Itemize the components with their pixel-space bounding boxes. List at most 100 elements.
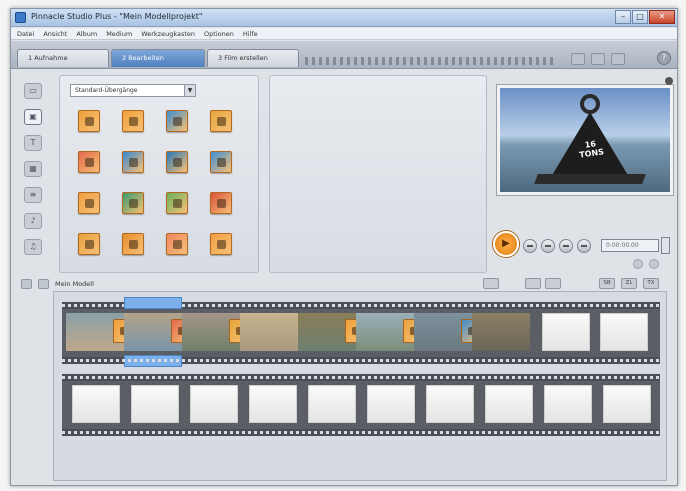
photo-icon[interactable]: ▦ (24, 161, 42, 177)
text-view-button[interactable]: TX (643, 278, 659, 289)
music-icon[interactable]: ♫ (24, 239, 42, 255)
chevron-down-icon[interactable]: ▼ (184, 85, 195, 96)
transition-arrow-icon[interactable] (166, 233, 188, 255)
play-button[interactable]: ▶ (493, 231, 519, 257)
empty-scene-slot[interactable] (485, 385, 533, 423)
scissors-icon[interactable] (21, 279, 32, 289)
empty-scene-slot[interactable] (72, 385, 120, 423)
empty-scene-slot[interactable] (426, 385, 474, 423)
movie-window-toolbar: Mein Modell SB ZL TX (15, 277, 673, 291)
menu-hilfe[interactable]: Hilfe (243, 28, 258, 39)
dropdown-value: Standard-Übergänge (75, 87, 138, 94)
close-button[interactable]: ✕ (649, 10, 675, 24)
player-panel: 16 TONS ▶ 0:00:00.00 (493, 75, 677, 273)
transition-wipe-icon[interactable] (210, 110, 232, 132)
step-back-button[interactable] (541, 239, 555, 253)
weight-base (534, 174, 646, 184)
transition-dissolve-icon[interactable] (78, 110, 100, 132)
transition-zoom-icon[interactable] (166, 151, 188, 173)
project-label: Mein Modell (55, 280, 94, 288)
transition-heart-icon[interactable] (210, 192, 232, 214)
empty-scene-slot[interactable] (544, 385, 592, 423)
menu-bar: Datei Ansicht Album Medium Werkzeugkaste… (11, 28, 677, 40)
transition-star-icon[interactable] (78, 192, 100, 214)
menu-datei[interactable]: Datei (17, 28, 34, 39)
menu-werkzeugkasten[interactable]: Werkzeugkasten (141, 28, 195, 39)
empty-scene-slot[interactable] (542, 313, 590, 351)
storyboard (53, 291, 667, 481)
storyboard-row-1 (62, 297, 660, 367)
video-clip[interactable] (472, 313, 530, 351)
transition-clock-icon[interactable] (210, 233, 232, 255)
fullscreen-icon[interactable] (665, 77, 673, 85)
weight-ring (580, 94, 600, 114)
split-icon[interactable] (649, 259, 659, 269)
mode-tab-bar: 1 Aufnahme 2 Bearbeiten 3 Film erstellen… (11, 41, 677, 69)
transition-set-dropdown[interactable]: Standard-Übergänge ▼ (70, 84, 196, 97)
audio-icon[interactable] (545, 278, 561, 289)
album-section-toolbar: ▭ ▣ T ▦ ≡ ♪ ♫ (15, 75, 51, 273)
rewind-button[interactable] (523, 239, 537, 253)
video-clip[interactable] (240, 313, 298, 351)
empty-scene-slot[interactable] (249, 385, 297, 423)
transition-iris-icon[interactable] (122, 192, 144, 214)
help-icon[interactable]: ? (657, 51, 671, 65)
menu-medium[interactable]: Medium (106, 28, 132, 39)
storyboard-row-2 (62, 374, 660, 436)
album-panel: Standard-Übergänge ▼ (59, 75, 259, 273)
sound-icon[interactable]: ♪ (24, 213, 42, 229)
timecode-field[interactable]: 0:00:00.00 (601, 239, 659, 252)
menu-album[interactable]: Album (76, 28, 97, 39)
timeline-view-button[interactable]: ZL (621, 278, 637, 289)
clip-thumbnail (240, 313, 298, 351)
video-icon[interactable]: ▭ (24, 83, 42, 99)
tab-capture[interactable]: 1 Aufnahme (17, 49, 109, 67)
empty-scene-slot[interactable] (190, 385, 238, 423)
transition-bars-icon[interactable] (210, 151, 232, 173)
album-page-right (269, 75, 487, 273)
transition-push-icon[interactable] (122, 110, 144, 132)
transition-gradient-icon[interactable] (78, 233, 100, 255)
transition-fade-icon[interactable] (78, 151, 100, 173)
empty-scene-slot[interactable] (600, 313, 648, 351)
empty-scene-slot[interactable] (131, 385, 179, 423)
volume-icon[interactable] (633, 259, 643, 269)
transition-grid (78, 110, 232, 255)
transition-split-icon[interactable] (122, 151, 144, 173)
tab-make-movie[interactable]: 3 Film erstellen (207, 49, 299, 67)
timecode-spinner[interactable] (661, 237, 670, 254)
maximize-button[interactable]: □ (632, 10, 648, 24)
empty-scene-slot[interactable] (603, 385, 651, 423)
empty-scene-slot[interactable] (367, 385, 415, 423)
redo-icon[interactable] (591, 53, 605, 65)
clip-thumbnail (472, 313, 530, 351)
step-forward-button[interactable] (559, 239, 573, 253)
transition-icon[interactable]: ▣ (24, 109, 42, 125)
film-icon[interactable] (525, 278, 541, 289)
title-icon[interactable]: T (24, 135, 42, 151)
transition-slide-icon[interactable] (166, 110, 188, 132)
title-bar: Pinnacle Studio Plus - "Mein Modellproje… (11, 9, 677, 27)
transition-box-icon[interactable] (122, 233, 144, 255)
disk-space-indicator (305, 57, 555, 65)
app-icon (15, 12, 26, 23)
selection-marker-bottom (124, 355, 182, 367)
trash-clip-icon[interactable] (38, 279, 49, 289)
fast-forward-button[interactable] (577, 239, 591, 253)
window-title: Pinnacle Studio Plus - "Mein Modellproje… (31, 12, 203, 21)
player-controls: ▶ 0:00:00.00 (493, 225, 677, 269)
storyboard-view-button[interactable]: SB (599, 278, 615, 289)
selection-marker-top (124, 297, 182, 309)
minimize-button[interactable]: – (615, 10, 631, 24)
menu-optionen[interactable]: Optionen (204, 28, 234, 39)
trash-icon[interactable] (611, 53, 625, 65)
tab-edit[interactable]: 2 Bearbeiten (111, 49, 205, 67)
preview-monitor: 16 TONS (497, 85, 673, 195)
app-window: Pinnacle Studio Plus - "Mein Modellproje… (10, 8, 678, 486)
empty-scene-slot[interactable] (308, 385, 356, 423)
transition-checker-icon[interactable] (166, 192, 188, 214)
menu-ansicht[interactable]: Ansicht (43, 28, 67, 39)
undo-icon[interactable] (571, 53, 585, 65)
camera-icon[interactable] (483, 278, 499, 289)
menu-icon[interactable]: ≡ (24, 187, 42, 203)
